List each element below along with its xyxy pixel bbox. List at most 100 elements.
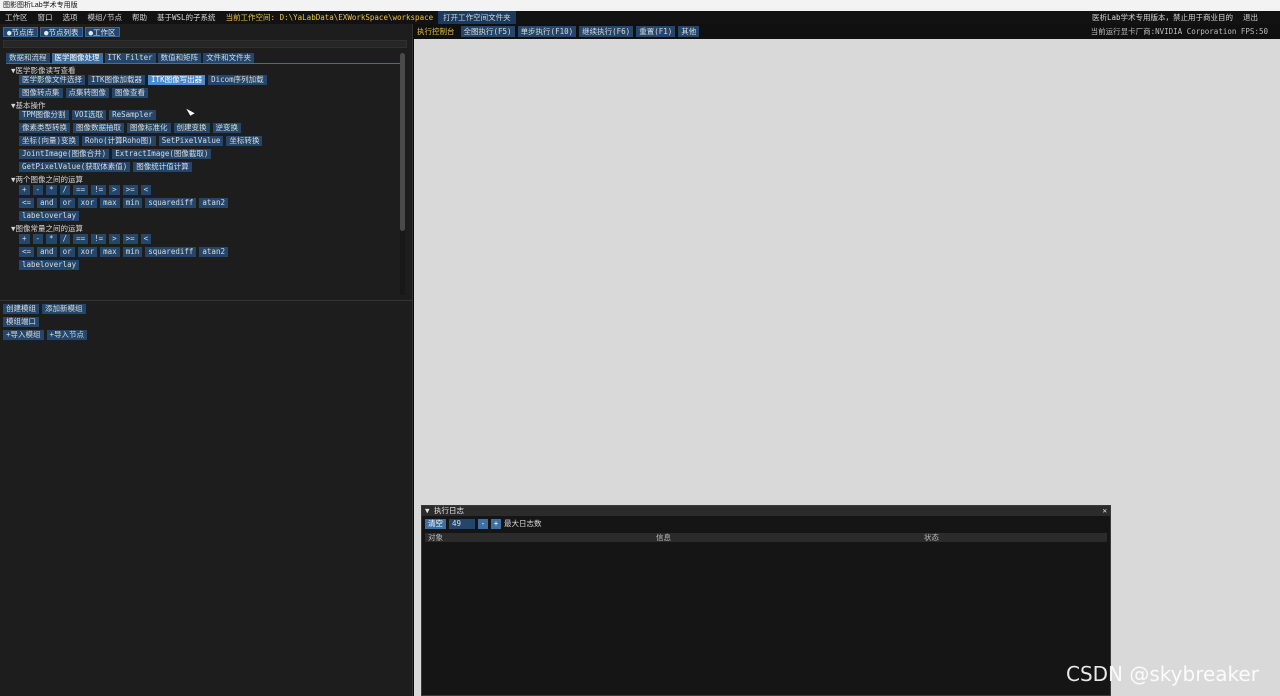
node-button[interactable]: <= (19, 247, 35, 257)
node-button[interactable]: + (19, 185, 30, 195)
node-button[interactable]: JointImage(图像合并) (19, 149, 110, 159)
node-button[interactable]: / (59, 185, 71, 195)
node-button[interactable]: TPM图像分割 (19, 110, 69, 120)
menu-help[interactable]: 帮助 (127, 11, 152, 24)
decrement-button[interactable]: - (478, 518, 488, 529)
node-button[interactable]: and (37, 198, 57, 208)
max-log-input[interactable]: 49 (449, 518, 475, 529)
tab-medical-image[interactable]: 医学图像处理 (51, 53, 103, 63)
node-button[interactable]: == (73, 185, 89, 195)
node-button[interactable]: != (91, 185, 107, 195)
node-button[interactable]: 点集转图像 (65, 88, 109, 98)
node-button[interactable]: squarediff (145, 198, 197, 208)
node-button[interactable]: >= (122, 234, 138, 244)
close-icon[interactable]: ✕ (1102, 506, 1107, 516)
node-button[interactable]: min (122, 247, 143, 257)
node-button[interactable]: 创建变换 (173, 123, 210, 133)
tab-files-folders[interactable]: 文件和文件夹 (203, 53, 255, 63)
node-button[interactable]: 图像转点集 (19, 88, 63, 98)
increment-button[interactable]: + (491, 518, 501, 529)
node-button[interactable]: or (59, 247, 75, 257)
tab-node-list[interactable]: ●节点列表 (40, 27, 83, 37)
node-button[interactable]: 图像标准化 (127, 123, 171, 133)
node-button[interactable]: squarediff (145, 247, 197, 257)
node-button[interactable]: ReSampler (109, 110, 156, 120)
reset-button[interactable]: 重置(F1) (636, 26, 676, 37)
tab-numeric-matrix[interactable]: 数值和矩阵 (157, 53, 202, 63)
node-button[interactable]: < (140, 234, 152, 244)
node-button[interactable]: and (37, 247, 57, 257)
node-button[interactable]: VOI选取 (71, 110, 107, 120)
node-button[interactable]: 图像统计值计算 (133, 162, 192, 172)
section-image-const-ops[interactable]: ▼图像常量之间的运算 (11, 223, 83, 234)
node-button[interactable]: 逆变换 (212, 123, 241, 133)
menu-workspace[interactable]: 工作区 (0, 11, 33, 24)
tab-data-flow[interactable]: 数据和流程 (6, 53, 50, 63)
node-button[interactable]: 图像数据抽取 (73, 123, 124, 133)
node-button[interactable]: - (32, 185, 44, 195)
node-button[interactable]: > (109, 185, 120, 195)
node-button[interactable]: max (100, 198, 120, 208)
node-button[interactable]: 坐标(向量)变换 (19, 136, 80, 146)
node-button[interactable]: / (59, 234, 71, 244)
node-button[interactable]: SetPixelValue (158, 136, 224, 146)
node-button[interactable]: xor (77, 247, 98, 257)
node-button[interactable]: Dicom序列加载 (208, 75, 267, 85)
node-button[interactable]: < (140, 185, 152, 195)
tab-node-library[interactable]: ●节点库 (3, 27, 39, 37)
tab-itk-filter[interactable]: ITK Filter (104, 53, 156, 63)
node-button[interactable]: * (46, 234, 57, 244)
exit-button[interactable]: 退出 (1238, 11, 1280, 24)
node-button[interactable]: labeloverlay (19, 211, 80, 221)
node-button[interactable]: ExtractImage(图像截取) (112, 149, 212, 159)
scrollbar-thumb[interactable] (400, 53, 405, 231)
continue-button[interactable]: 继续执行(F6) (579, 26, 634, 37)
node-button[interactable]: labeloverlay (19, 260, 80, 270)
node-button[interactable]: max (100, 247, 120, 257)
tab-workspace[interactable]: ●工作区 (84, 27, 120, 37)
node-button[interactable]: <= (19, 198, 35, 208)
node-button[interactable]: == (73, 234, 89, 244)
node-button[interactable]: 坐标转换 (226, 136, 263, 146)
node-button[interactable]: >= (122, 185, 138, 195)
column-object[interactable]: 对象 (425, 533, 653, 542)
column-status[interactable]: 状态 (921, 533, 1107, 542)
open-workspace-folder-button[interactable]: 打开工作空间文件夹 (438, 11, 516, 24)
menu-wsl[interactable]: 基于WSL的子系统 (152, 11, 221, 24)
node-button[interactable]: atan2 (199, 247, 228, 257)
other-button[interactable]: 其他 (678, 26, 700, 37)
column-info[interactable]: 信息 (653, 533, 921, 542)
create-module-button[interactable]: 创建模组 (3, 304, 39, 314)
add-new-module-button[interactable]: 添加新模组 (42, 304, 86, 314)
node-search-input[interactable] (3, 40, 407, 48)
node-button[interactable]: xor (77, 198, 98, 208)
node-button[interactable]: > (109, 234, 120, 244)
node-button[interactable]: != (91, 234, 107, 244)
node-button[interactable]: Roho(计算Roho图) (82, 136, 156, 146)
node-button[interactable]: * (46, 185, 57, 195)
run-all-button[interactable]: 全图执行(F5) (460, 26, 515, 37)
node-button[interactable]: min (122, 198, 143, 208)
node-button[interactable]: + (19, 234, 30, 244)
node-button[interactable]: atan2 (199, 198, 228, 208)
module-port-button[interactable]: 模组端口 (3, 317, 39, 327)
section-two-image-ops[interactable]: ▼两个图像之间的运算 (11, 174, 83, 185)
import-module-button[interactable]: +导入模组 (3, 330, 44, 340)
clear-log-button[interactable]: 清空 (425, 518, 446, 529)
node-button[interactable]: or (59, 198, 75, 208)
log-title-bar[interactable]: ▼ 执行日志 ✕ (422, 506, 1110, 516)
node-button[interactable]: 像素类型转换 (19, 123, 70, 133)
tree-scrollbar[interactable] (400, 53, 405, 295)
menu-window[interactable]: 窗口 (33, 11, 58, 24)
node-button[interactable]: 图像查看 (112, 88, 148, 98)
menu-modules[interactable]: 模组/节点 (83, 11, 128, 24)
step-button[interactable]: 单步执行(F10) (517, 26, 577, 37)
node-button[interactable]: - (32, 234, 44, 244)
menu-options[interactable]: 选项 (58, 11, 83, 24)
node-button[interactable]: GetPixelValue(获取体素值) (19, 162, 131, 172)
import-node-button[interactable]: +导入节点 (46, 330, 88, 340)
node-button[interactable]: 医学影像文件选择 (19, 75, 85, 85)
execution-toolbar: 执行控制台 全图执行(F5) 单步执行(F10) 继续执行(F6) 重置(F1)… (414, 24, 1280, 39)
node-button[interactable]: ITK图像写出器 (148, 75, 206, 85)
node-button[interactable]: ITK图像加载器 (88, 75, 146, 85)
